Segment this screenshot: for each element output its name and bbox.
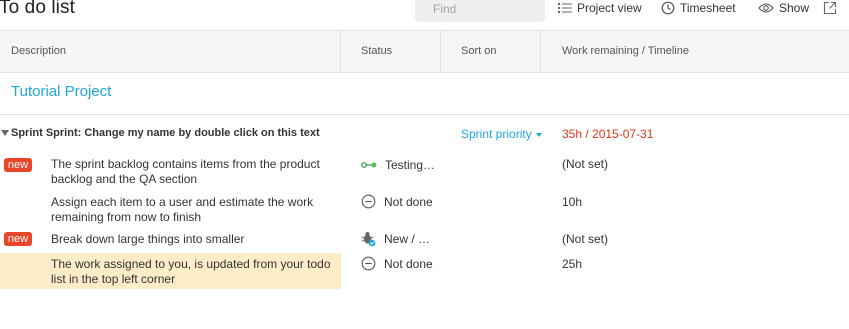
status-label: Testing… [385,158,436,172]
project-title[interactable]: Tutorial Project [11,83,111,100]
item-description[interactable]: Break down large things into smaller [51,232,336,247]
column-divider [540,31,541,72]
not-done-icon [361,256,376,271]
timesheet-button[interactable]: Timesheet [661,1,736,15]
item-description-line: list in the top left corner [51,272,176,286]
item-status[interactable]: Testing… [361,158,435,172]
item-work-remaining: 10h [562,195,583,209]
sprint-title[interactable]: Sprint Sprint: Change my name by double … [11,127,320,139]
top-bar: To do list Project view Timesheet Show [0,0,849,30]
sprint-work-remaining: 35h / 2015-07-31 [562,127,654,141]
timesheet-label: Timesheet [680,1,736,15]
column-header: Description Status Sort on Work remainin… [0,30,849,73]
external-link-button[interactable] [823,1,837,15]
table-row[interactable]: Assign each item to a user and estimate … [0,192,849,226]
not-done-icon [361,194,376,209]
list-icon [558,3,572,13]
column-status[interactable]: Status [350,31,440,72]
project-view-label: Project view [577,1,642,15]
caret-down-icon [535,133,542,137]
status-label: Not done [384,194,433,209]
item-description[interactable]: The sprint backlog contains items from t… [51,157,336,187]
status-label: Not done [384,256,433,271]
project-group: Tutorial Project [0,73,849,115]
new-badge: new [4,232,32,246]
item-description-line: The sprint backlog contains items from t… [51,157,320,171]
search-input[interactable] [415,0,545,22]
external-link-icon [823,1,837,15]
item-status[interactable]: Not done [361,194,433,209]
item-description-line: Assign each item to a user and estimate … [51,195,314,209]
new-badge: new [4,158,32,172]
testing-icon [361,162,377,168]
item-status[interactable]: Not done [361,256,433,271]
clock-icon [661,1,675,15]
table-row[interactable]: new The sprint backlog contains items fr… [0,154,849,188]
table-row[interactable]: new Break down large things into smaller… [0,229,849,251]
bug-icon [361,232,376,247]
sprint-sort-dropdown[interactable]: Sprint priority [461,127,542,141]
item-description[interactable]: Assign each item to a user and estimate … [51,195,336,225]
sprint-sort-label: Sprint priority [461,127,532,141]
item-work-remaining: (Not set) [562,157,609,171]
page-title: To do list [0,0,75,18]
column-work-remaining[interactable]: Work remaining / Timeline [551,31,849,72]
table-row[interactable]: The work assigned to you, is updated fro… [0,253,849,289]
eye-icon [758,3,774,13]
item-description-line: backlog and the QA section [51,172,198,186]
collapse-triangle-icon[interactable] [1,130,9,136]
item-status[interactable]: New / … [361,231,430,247]
status-label: New / … [384,232,431,246]
column-sort-on[interactable]: Sort on [450,31,540,72]
column-description[interactable]: Description [0,31,340,72]
column-divider [340,31,341,72]
item-description-line: remaining from now to finish [51,210,202,224]
item-work-remaining: (Not set) [562,232,609,246]
project-view-button[interactable]: Project view [558,1,642,15]
item-work-remaining: 25h [562,257,583,271]
show-button[interactable]: Show [758,1,809,15]
item-description-line: The work assigned to you, is updated fro… [51,257,331,271]
show-label: Show [779,1,810,15]
column-divider [440,31,441,72]
item-description[interactable]: The work assigned to you, is updated fro… [51,257,336,287]
item-description-line: Break down large things into smaller [51,232,245,246]
